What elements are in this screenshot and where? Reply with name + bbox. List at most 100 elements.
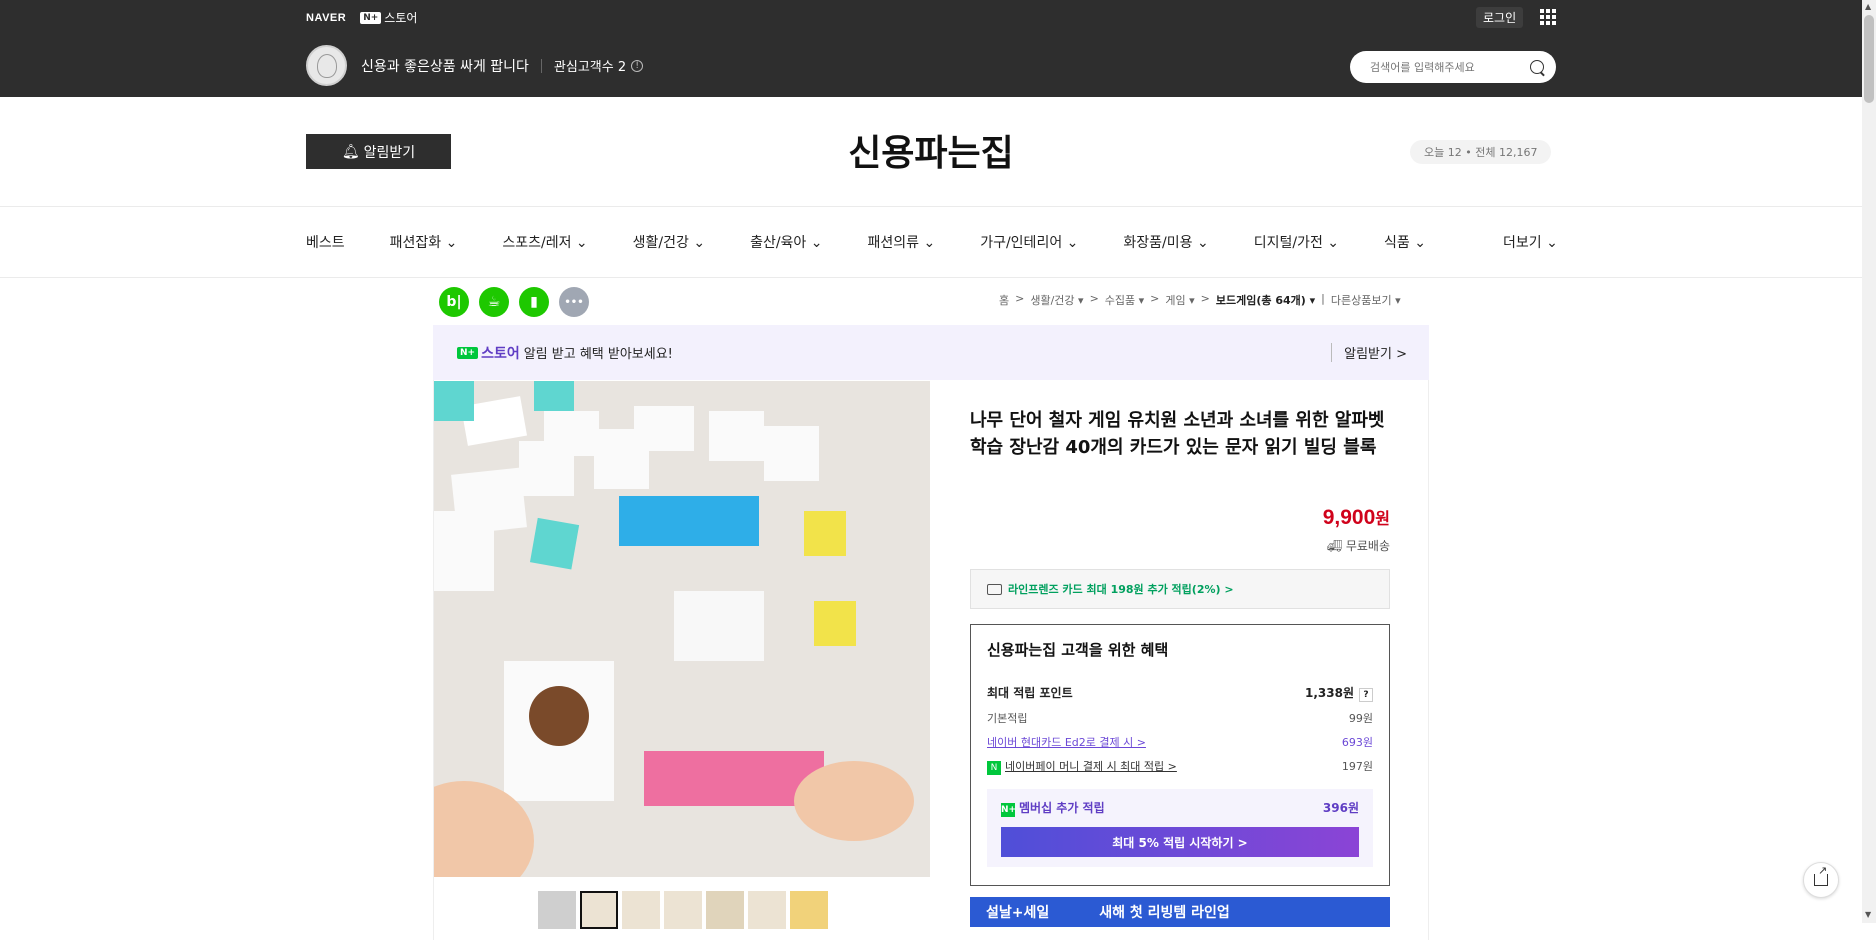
breadcrumb-boardgame[interactable]: 보드게임(총 64개) ▾ xyxy=(1216,292,1315,308)
nav-item-best[interactable]: 베스트 xyxy=(306,232,345,252)
breadcrumb-living[interactable]: 생활/건강 ▾ xyxy=(1030,292,1083,308)
scroll-up-arrow[interactable]: ▲ xyxy=(1865,2,1871,11)
grid-icon[interactable] xyxy=(1540,9,1556,25)
banner-text: 새해 첫 리빙템 라인업 xyxy=(1099,905,1230,921)
naver-plus-store-logo[interactable]: N+ 스토어 xyxy=(360,9,417,26)
nav-item-fashion-goods[interactable]: 패션잡화 ⌄ xyxy=(390,232,458,252)
search-icon[interactable] xyxy=(1530,60,1544,74)
shipping-label: 무료배송 xyxy=(1345,539,1390,553)
login-button[interactable]: 로그인 xyxy=(1476,7,1524,28)
breadcrumb-game[interactable]: 게임 ▾ xyxy=(1165,292,1194,308)
benefit-row: 네이버 현대카드 Ed2로 결제 시 > 693원 xyxy=(987,734,1373,750)
max-points-value: 1,338원 xyxy=(1305,686,1354,700)
promo-alarm-button[interactable]: 알림받기 > xyxy=(1331,343,1407,362)
nav-item-food[interactable]: 식품 ⌄ xyxy=(1384,232,1426,252)
np-box: N+ xyxy=(360,11,382,24)
card-icon xyxy=(987,583,1002,595)
nav-item-more[interactable]: 더보기 ⌄ xyxy=(1503,232,1558,252)
card-benefit-link[interactable]: 라인프렌즈 카드 최대 198원 추가 적립(2%) > xyxy=(970,569,1390,609)
product-image[interactable] xyxy=(434,381,930,877)
membership-value: 396원 xyxy=(1322,801,1359,815)
category-nav: 베스트 패션잡화 ⌄ 스포츠/레저 ⌄ 생활/건강 ⌄ 출산/육아 ⌄ 패션의류… xyxy=(306,232,1471,252)
breadcrumb-separator: > xyxy=(1089,292,1099,305)
thumbnail[interactable] xyxy=(622,891,660,929)
bookmark-icon[interactable]: ▮ xyxy=(519,287,549,317)
truck-icon: 🚚︎ xyxy=(1326,539,1342,553)
store-slogan: 신용과 좋은상품 싸게 팝니다 xyxy=(361,58,529,75)
fans-count: 관심고객수 2 xyxy=(553,60,627,75)
top-header: NAVER N+ 스토어 로그인 신용과 좋은상품 싸게 팝니다 관심고객수 2… xyxy=(0,0,1876,97)
thumbnail[interactable] xyxy=(748,891,786,929)
nav-item-digital[interactable]: 디지털/가전 ⌄ xyxy=(1254,232,1339,252)
membership-label: 멤버십 추가 적립 xyxy=(1019,801,1105,815)
npay-icon: N xyxy=(987,761,1001,775)
benefit-row-label: 기본적립 xyxy=(987,712,1028,725)
nav-item-furniture[interactable]: 가구/인테리어 ⌄ xyxy=(980,232,1078,252)
blog-icon[interactable]: b| xyxy=(439,287,469,317)
cafe-icon[interactable]: ☕ xyxy=(479,287,509,317)
share-button[interactable] xyxy=(1803,862,1839,898)
breadcrumb-collectibles[interactable]: 수집품 ▾ xyxy=(1105,292,1144,308)
other-products-link[interactable]: 다른상품보기 ▾ xyxy=(1331,292,1401,308)
info-icon[interactable]: ! xyxy=(631,59,644,72)
promo-text: 알림 받고 혜택 받아보세요! xyxy=(523,347,673,362)
scroll-down-arrow[interactable]: ▼ xyxy=(1865,910,1871,919)
divider xyxy=(0,277,1862,278)
breadcrumb: 홈 > 생활/건강 ▾ > 수집품 ▾ > 게임 ▾ > 보드게임(총 64개)… xyxy=(999,292,1401,308)
naver-logo[interactable]: NAVER xyxy=(306,12,346,24)
shipping-info: 🚚︎ 무료배송 xyxy=(970,537,1390,554)
max-points-label: 최대 적립 포인트 xyxy=(987,686,1073,700)
banner-left: 설날+세일 xyxy=(986,905,1050,921)
search-input[interactable] xyxy=(1370,60,1530,74)
visitor-count: 오늘 12 • 전체 12,167 xyxy=(1410,140,1552,164)
thumbnail[interactable] xyxy=(664,891,702,929)
share-icon xyxy=(1814,864,1828,886)
store-info: 신용과 좋은상품 싸게 팝니다 관심고객수 2 ! xyxy=(306,45,644,86)
benefit-row-value: 197원 xyxy=(1341,760,1373,773)
npay-money-link[interactable]: 네이버페이 머니 결제 시 최대 적립 > xyxy=(1005,760,1177,773)
divider xyxy=(540,58,542,73)
scroll-thumb[interactable] xyxy=(1864,15,1874,103)
nav-item-cosmetics[interactable]: 화장품/미용 ⌄ xyxy=(1123,232,1208,252)
search-box xyxy=(1350,51,1556,83)
nav-item-living[interactable]: 생활/건강 ⌄ xyxy=(633,232,705,252)
global-nav: NAVER N+ 스토어 xyxy=(306,9,417,26)
breadcrumb-home[interactable]: 홈 xyxy=(999,292,1009,308)
thumbnail[interactable] xyxy=(790,891,828,929)
thumbnail[interactable] xyxy=(580,891,618,929)
promo-banner: N+ 스토어 알림 받고 혜택 받아보세요! 알림받기 > xyxy=(433,325,1429,380)
sns-row: b| ☕ ▮ ••• xyxy=(439,287,589,317)
np-box: N+ xyxy=(457,346,479,359)
benefit-title: 신용파는집 고객을 위한 혜택 xyxy=(987,641,1169,659)
membership-start-button[interactable]: 최대 5% 적립 시작하기 > xyxy=(1001,827,1359,857)
benefit-row-value: 693원 xyxy=(1341,736,1373,749)
help-icon[interactable]: ? xyxy=(1359,688,1373,702)
store-logo-label: 스토어 xyxy=(384,11,418,25)
thumbnail[interactable] xyxy=(706,891,744,929)
more-icon[interactable]: ••• xyxy=(559,287,589,317)
price-row: 9,900원 xyxy=(970,505,1390,530)
scrollbar[interactable]: ▲ ▼ xyxy=(1862,0,1876,923)
nav-item-baby[interactable]: 출산/육아 ⌄ xyxy=(750,232,822,252)
store-title[interactable]: 신용파는집 xyxy=(0,124,1862,176)
breadcrumb-separator: > xyxy=(1200,292,1210,305)
membership-row: N+ 멤버십 추가 적립 396원 xyxy=(1001,799,1359,817)
breadcrumb-separator: > xyxy=(1150,292,1160,305)
benefit-box: 신용파는집 고객을 위한 혜택 최대 적립 포인트 1,338원? 기본적립 9… xyxy=(970,624,1390,886)
benefit-row: 기본적립 99원 xyxy=(987,710,1373,726)
price-unit: 원 xyxy=(1375,509,1390,528)
promo-store-label: 스토어 xyxy=(481,345,520,362)
nav-item-fashion-clothing[interactable]: 패션의류 ⌄ xyxy=(868,232,936,252)
breadcrumb-separator: > xyxy=(1015,292,1025,305)
breadcrumb-separator: | xyxy=(1321,292,1325,305)
thumbnail-list xyxy=(538,891,828,929)
avatar[interactable] xyxy=(306,45,347,86)
benefit-row: N 네이버페이 머니 결제 시 최대 적립 > 197원 xyxy=(987,758,1373,775)
benefit-row-value: 99원 xyxy=(1348,712,1373,725)
hyundai-card-link[interactable]: 네이버 현대카드 Ed2로 결제 시 > xyxy=(987,734,1146,750)
video-thumbnail[interactable] xyxy=(538,891,576,929)
product-price: 9,900 xyxy=(1322,506,1376,529)
divider xyxy=(0,206,1862,207)
nav-item-sports[interactable]: 스포츠/레저 ⌄ xyxy=(502,232,587,252)
np-box: N+ xyxy=(1001,803,1017,817)
